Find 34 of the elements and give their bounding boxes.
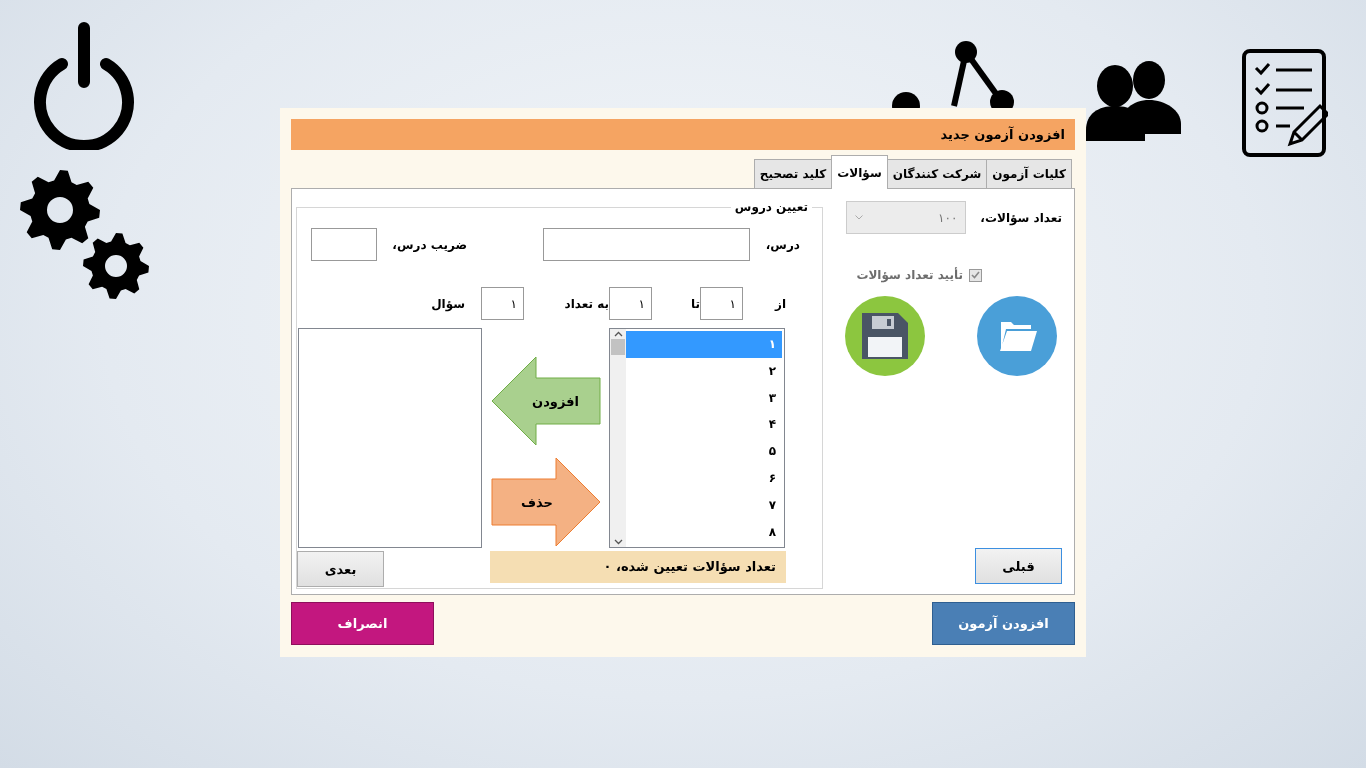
previous-button[interactable]: قبلی — [975, 548, 1062, 584]
from-field[interactable]: ۱ — [700, 287, 743, 320]
weight-field[interactable] — [311, 228, 377, 261]
question-count-label: تعداد سؤالات، — [980, 210, 1062, 225]
caret-down-icon[interactable] — [613, 539, 623, 545]
users-icon[interactable] — [1085, 58, 1182, 142]
next-button[interactable]: بعدی — [297, 551, 384, 587]
count-field[interactable]: ۱ — [481, 287, 524, 320]
tab[interactable]: شرکت کنندگان — [886, 159, 988, 188]
tab[interactable]: کلید تصحیح — [753, 159, 833, 188]
caret-up-icon[interactable] — [613, 331, 623, 337]
checkbox-label: تأیید تعداد سؤالات — [856, 268, 963, 282]
lesson-label: درس، — [764, 237, 800, 252]
question-list[interactable]: ۱ ۲ ۳ ۴ ۵ ۶ ۷ ۸ — [609, 328, 785, 548]
scrollbar-thumb[interactable] — [611, 339, 625, 355]
caret-icon — [855, 215, 864, 220]
to-label: تا — [690, 296, 700, 311]
count-label: به تعداد — [563, 296, 609, 311]
question-label: سؤال — [430, 296, 465, 311]
weight-label: ضریب درس، — [392, 237, 467, 252]
checklist-icon[interactable] — [1242, 48, 1328, 158]
remove-arrow-button[interactable]: حذف — [491, 457, 601, 547]
lesson-field[interactable] — [543, 228, 750, 261]
scrollbar[interactable] — [610, 329, 626, 547]
dialog-title: افزودن آزمون جدید — [291, 119, 1075, 150]
from-label: از — [773, 296, 786, 311]
add-exam-button[interactable]: افزودن آزمون — [932, 602, 1075, 645]
add-arrow-button[interactable]: افزودن — [491, 356, 601, 446]
tab[interactable]: کلیات آزمون — [986, 159, 1072, 188]
cancel-button[interactable]: انصراف — [291, 602, 434, 645]
assigned-count-bar: تعداد سؤالات تعیین شده، ۰ — [490, 551, 786, 583]
gears-icon[interactable] — [20, 168, 150, 300]
to-field[interactable]: ۱ — [609, 287, 652, 320]
tab[interactable]: سؤالات — [831, 155, 888, 189]
